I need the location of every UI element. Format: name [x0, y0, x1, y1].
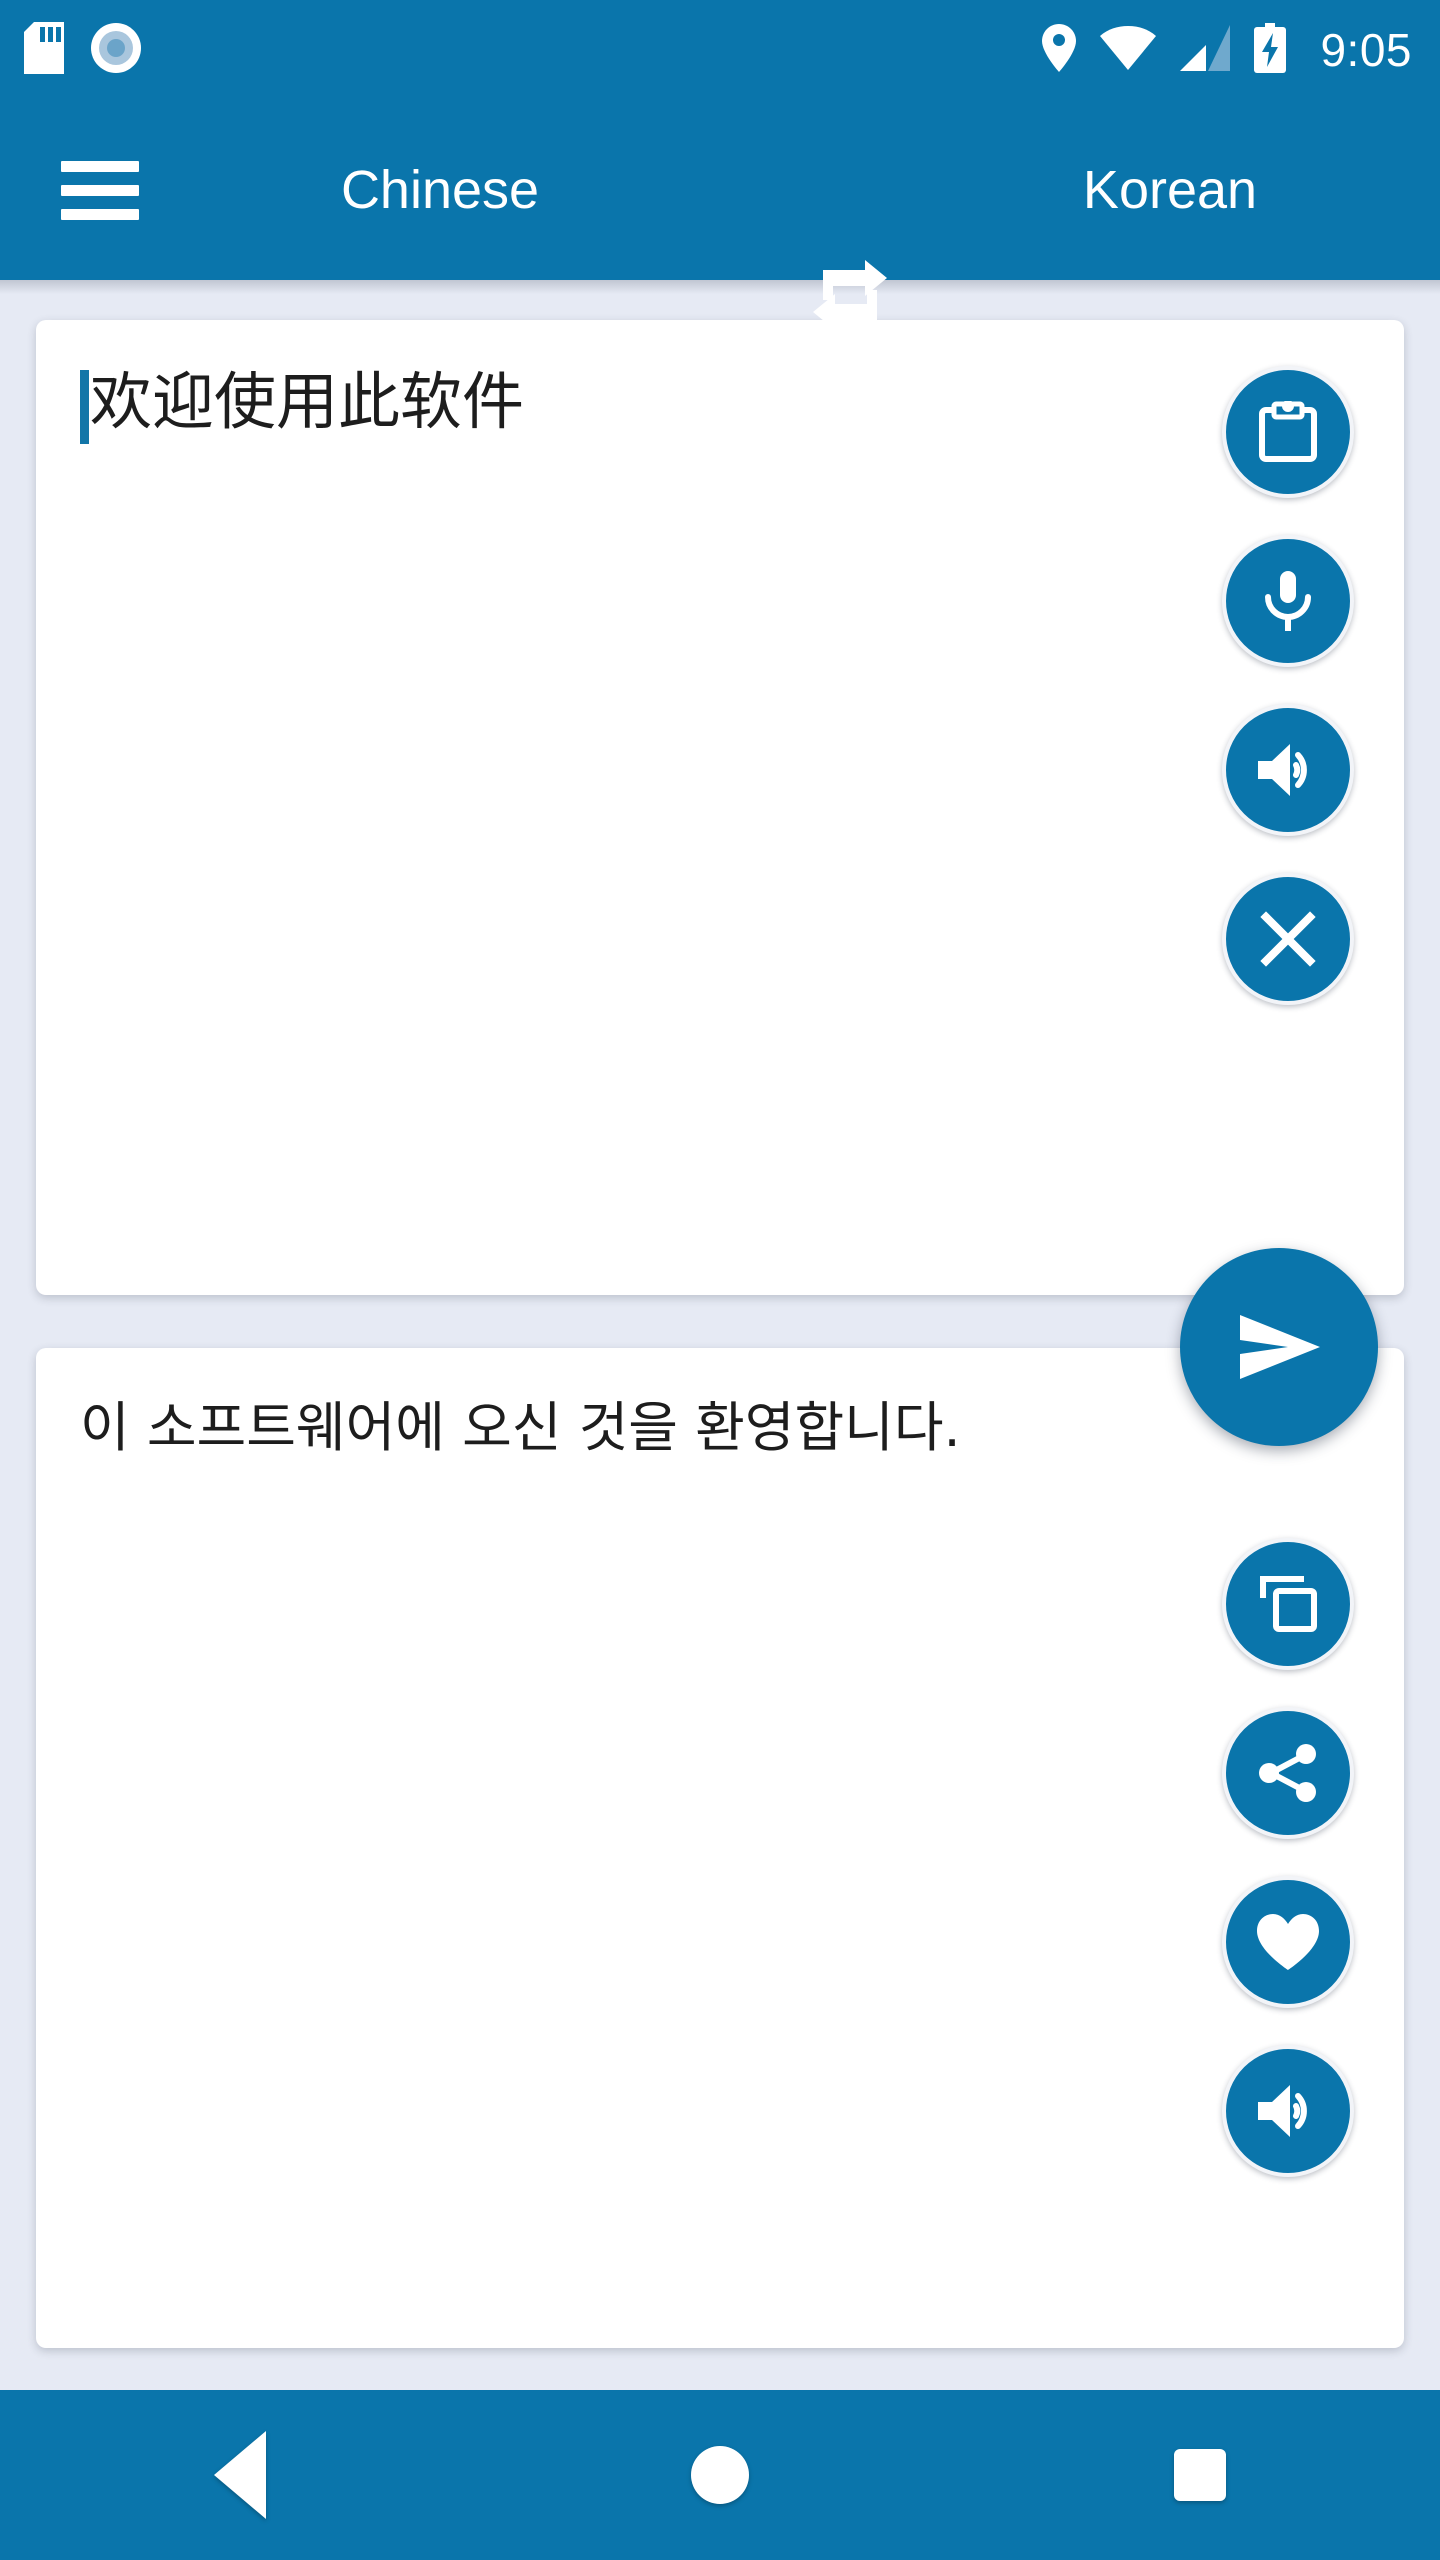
- paste-button[interactable]: [1222, 366, 1354, 498]
- app-bar-shadow: [0, 280, 1440, 294]
- share-button[interactable]: [1222, 1707, 1354, 1839]
- microphone-icon: [1265, 571, 1311, 631]
- heart-icon: [1257, 1914, 1319, 1970]
- cellular-signal-icon: [1180, 24, 1231, 76]
- target-text-card[interactable]: 이 소프트웨어에 오신 것을 환영합니다.: [36, 1348, 1404, 2348]
- speak-source-button[interactable]: [1222, 704, 1354, 836]
- status-clock: 9:05: [1320, 24, 1412, 76]
- clipboard-icon: [1259, 401, 1317, 462]
- copy-icon: [1260, 1576, 1317, 1632]
- speaker-icon: [1258, 2085, 1307, 2137]
- status-icons-left: [24, 21, 142, 79]
- source-actions: [1222, 366, 1354, 1005]
- app-bar: Chinese Korean: [0, 100, 1440, 330]
- close-icon: [1260, 911, 1316, 967]
- favorite-button[interactable]: [1222, 1876, 1354, 2008]
- target-language-selector[interactable]: Korean: [900, 163, 1440, 217]
- recents-icon: [1174, 2449, 1226, 2501]
- location-pin-icon: [1042, 23, 1077, 77]
- speak-target-button[interactable]: [1222, 2045, 1354, 2177]
- voice-input-button[interactable]: [1222, 535, 1354, 667]
- back-icon: [214, 2431, 266, 2519]
- source-text-card[interactable]: 欢迎使用此软件: [36, 320, 1404, 1295]
- source-text-input[interactable]: 欢迎使用此软件: [90, 366, 524, 438]
- source-language-selector[interactable]: Chinese: [0, 163, 880, 217]
- sd-card-icon: [24, 21, 64, 79]
- status-icons-right: 9:05: [1042, 22, 1416, 78]
- send-icon: [1240, 1315, 1320, 1379]
- battery-charging-icon: [1254, 22, 1287, 78]
- swap-languages-icon[interactable]: [790, 240, 910, 350]
- target-actions: [1222, 1538, 1354, 2177]
- copy-button[interactable]: [1222, 1538, 1354, 1670]
- wifi-icon: [1100, 25, 1157, 75]
- screen-record-icon: [90, 22, 142, 79]
- speaker-icon: [1258, 744, 1307, 796]
- nav-back-button[interactable]: [140, 2390, 340, 2560]
- status-bar: 9:05: [0, 0, 1440, 100]
- share-icon: [1259, 1744, 1316, 1802]
- source-text-row: 欢迎使用此软件: [36, 320, 1404, 444]
- clear-button[interactable]: [1222, 873, 1354, 1005]
- text-caret: [80, 370, 89, 444]
- translate-button[interactable]: [1180, 1248, 1378, 1446]
- home-icon: [691, 2446, 749, 2504]
- app-screen: 9:05 Chinese Korean 欢迎使用此软件 이 소프트웨어에 오신 …: [0, 0, 1440, 2560]
- nav-home-button[interactable]: [620, 2390, 820, 2560]
- nav-recents-button[interactable]: [1100, 2390, 1300, 2560]
- android-navigation-bar: [0, 2390, 1440, 2560]
